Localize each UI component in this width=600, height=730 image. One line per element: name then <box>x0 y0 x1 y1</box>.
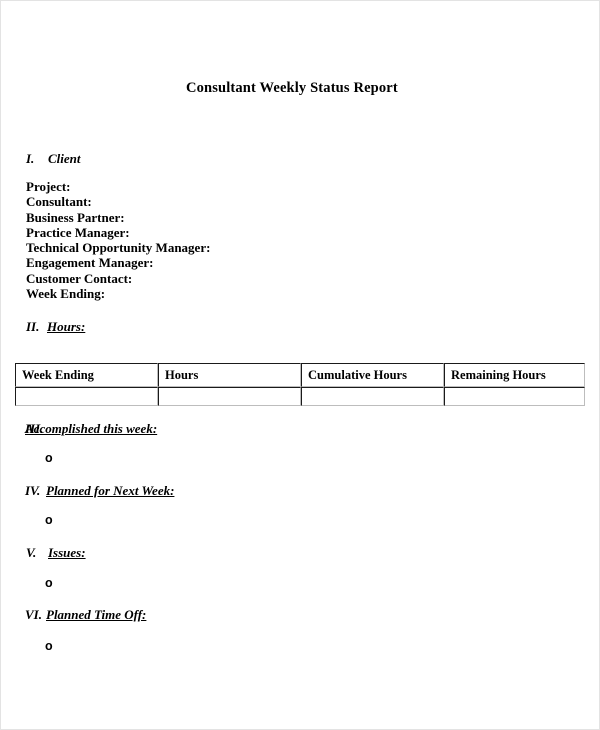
field-label-business-partner: Business Partner: <box>26 209 125 225</box>
section-numeral-planned-time-off: VI. <box>25 607 42 622</box>
section-numeral-client: I. <box>26 151 35 166</box>
table-row <box>15 387 585 406</box>
cell-hours[interactable] <box>158 387 301 406</box>
column-header-week-ending: Week Ending <box>15 363 158 387</box>
field-label-project: Project: <box>26 179 71 194</box>
section-title-issues: Issues: <box>48 545 86 560</box>
field-label-technical-opportunity-manager: Technical Opportunity Manager: <box>26 240 211 256</box>
field-label-customer-contact: Customer Contact: <box>26 270 133 286</box>
cell-remaining-hours[interactable] <box>444 387 585 406</box>
section-title-client: Client <box>48 151 81 166</box>
section-heading-accomplished: III.Accomplished this week: <box>25 421 158 436</box>
page-title: Consultant Weekly Status Report <box>186 80 398 96</box>
section-heading-planned-next-week: IV. Planned for Next Week: <box>25 483 174 499</box>
column-header-cumulative-hours: Cumulative Hours <box>301 363 444 387</box>
section-numeral-issues: V. <box>26 545 37 560</box>
field-label-practice-manager: Practice Manager: <box>26 224 130 240</box>
bullet-marker-planned-time-off: o <box>45 639 53 653</box>
field-label-week-ending: Week Ending: <box>26 286 106 302</box>
section-heading-issues: V. Issues: <box>26 545 86 561</box>
field-label-consultant: Consultant: <box>26 194 92 210</box>
bullet-marker-planned-next-week: o <box>45 513 53 527</box>
section-title-hours: Hours: <box>47 319 86 334</box>
document-page: Consultant Weekly Status Report I. Client… <box>0 0 600 730</box>
bullet-marker-issues: o <box>45 576 53 590</box>
section-title-planned-next-week: Planned for Next Week: <box>46 483 175 498</box>
section-heading-client: I. Client <box>26 151 81 167</box>
cell-week-ending[interactable] <box>15 387 158 406</box>
column-header-remaining-hours: Remaining Hours <box>444 363 585 387</box>
cell-cumulative-hours[interactable] <box>301 387 444 406</box>
section-numeral-planned-next-week: IV. <box>25 483 41 498</box>
hours-table: Week Ending Hours Cumulative Hours Remai… <box>15 363 585 406</box>
section-heading-planned-time-off: VI. Planned Time Off: <box>25 607 146 623</box>
table-header-row: Week Ending Hours Cumulative Hours Remai… <box>15 363 585 387</box>
column-header-hours: Hours <box>158 363 301 387</box>
section-title-accomplished: Accomplished this week: <box>25 421 158 436</box>
section-heading-hours: II. Hours: <box>26 319 85 335</box>
client-field-list: Project: Consultant: Business Partner: P… <box>26 179 210 301</box>
field-label-engagement-manager: Engagement Manager: <box>26 255 154 271</box>
bullet-marker-accomplished: o <box>45 451 53 465</box>
section-numeral-hours: II. <box>26 319 40 334</box>
section-title-planned-time-off: Planned Time Off: <box>46 607 147 622</box>
